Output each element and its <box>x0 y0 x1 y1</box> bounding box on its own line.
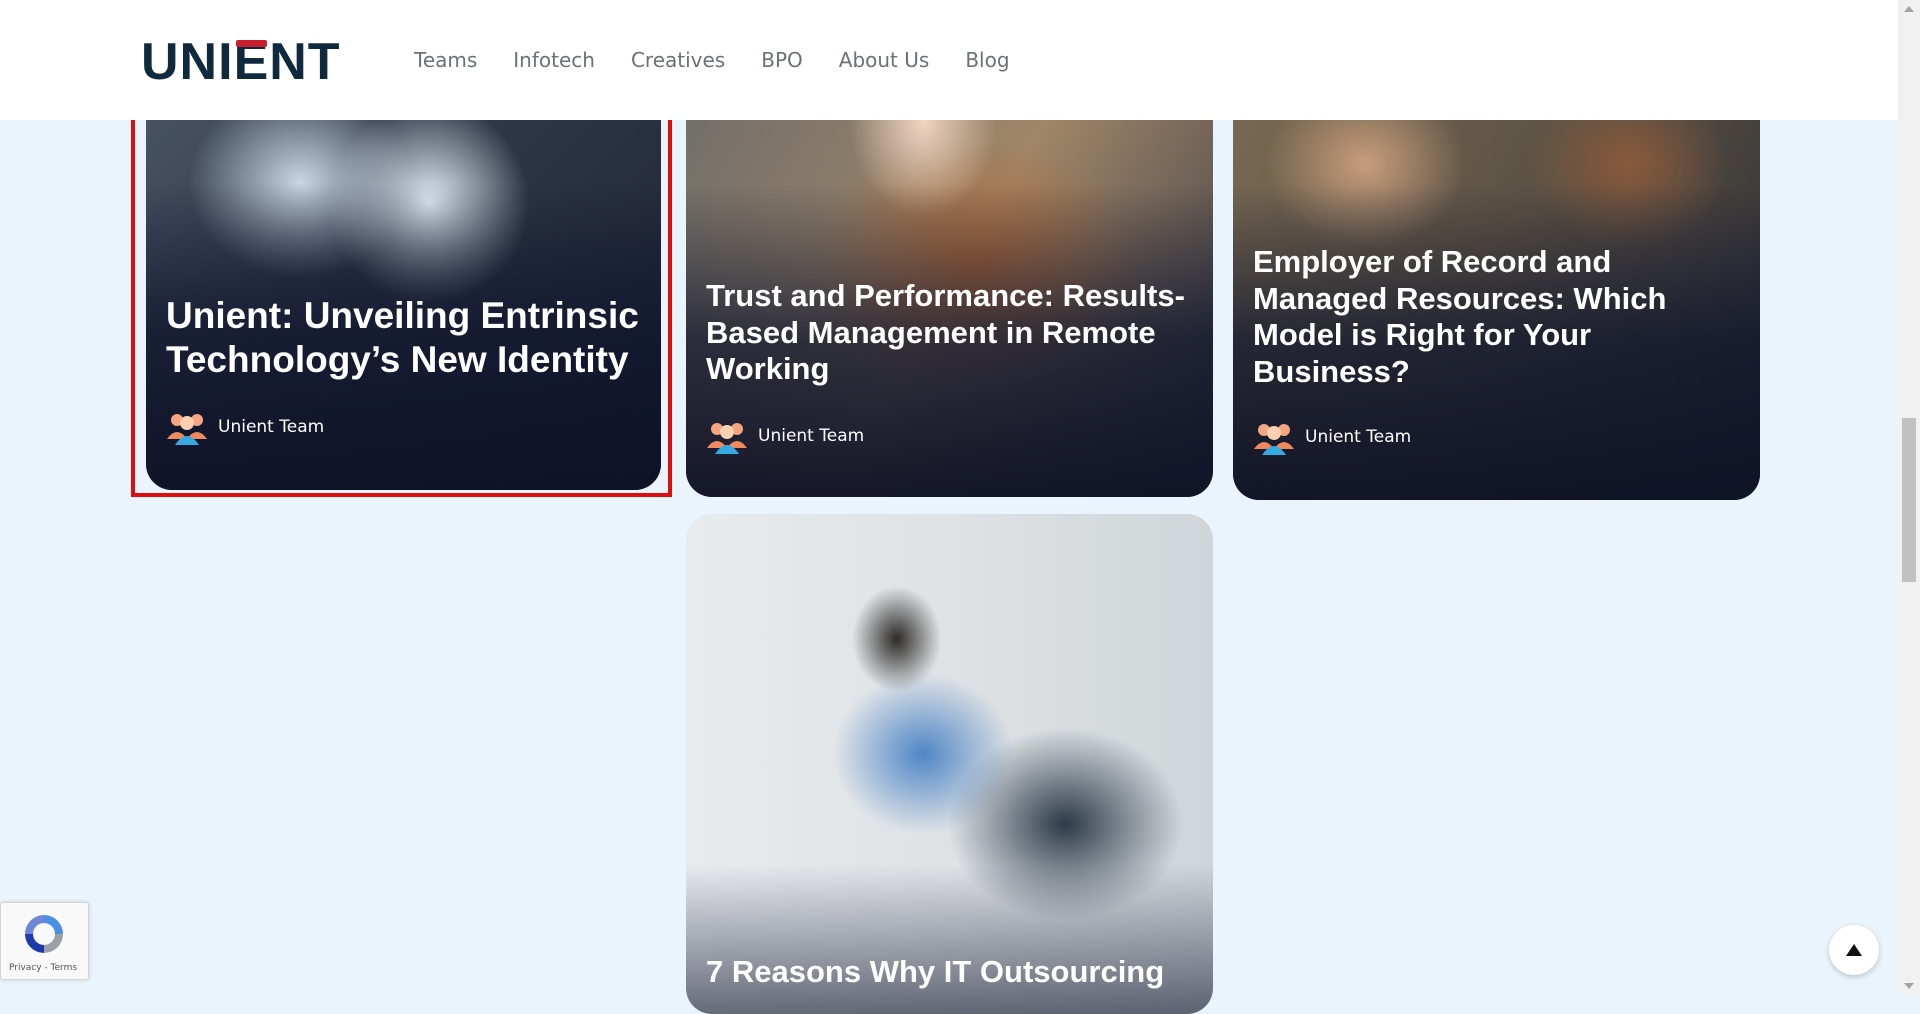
site-header: UNIENT Teams Infotech Creatives BPO Abou… <box>0 0 1898 120</box>
scroll-up-arrow[interactable] <box>1904 6 1914 12</box>
card-title[interactable]: Unient: Unveiling Entrinsic Technology’s… <box>166 294 646 381</box>
card-title[interactable]: Employer of Record and Managed Resources… <box>1253 244 1743 390</box>
author-name[interactable]: Unient Team <box>1305 427 1411 447</box>
recaptcha-badge[interactable]: Privacy - Terms <box>0 902 89 980</box>
nav-about-us[interactable]: About Us <box>839 48 930 72</box>
main-nav: Teams Infotech Creatives BPO About Us Bl… <box>414 48 1010 72</box>
team-avatar-icon <box>167 414 207 445</box>
back-to-top-button[interactable] <box>1829 925 1879 975</box>
card-author: Unient Team <box>706 418 864 454</box>
blog-card-unveiling[interactable]: Unient: Unveiling Entrinsic Technology’s… <box>146 80 661 490</box>
scroll-down-arrow[interactable] <box>1904 983 1914 989</box>
card-author: Unient Team <box>1253 419 1411 455</box>
team-avatar-icon <box>707 423 747 454</box>
nav-infotech[interactable]: Infotech <box>513 48 595 72</box>
blog-card-employer-of-record[interactable]: Employer of Record and Managed Resources… <box>1233 80 1760 500</box>
nav-teams[interactable]: Teams <box>414 48 477 72</box>
blog-card-it-outsourcing[interactable]: 7 Reasons Why IT Outsourcing <box>686 514 1213 1014</box>
card-title[interactable]: Trust and Performance: Results-Based Man… <box>706 278 1196 388</box>
arrow-up-icon <box>1846 944 1862 956</box>
card-title[interactable]: 7 Reasons Why IT Outsourcing <box>706 954 1196 991</box>
scrollbar-thumb[interactable] <box>1902 418 1916 582</box>
blog-card-trust-performance[interactable]: Trust and Performance: Results-Based Man… <box>686 80 1213 497</box>
author-name[interactable]: Unient Team <box>758 426 864 446</box>
card-author: Unient Team <box>166 409 324 445</box>
author-name[interactable]: Unient Team <box>218 417 324 437</box>
team-avatar-icon <box>1254 424 1294 455</box>
page-scrollbar[interactable] <box>1898 0 1920 995</box>
nav-creatives[interactable]: Creatives <box>631 48 725 72</box>
nav-blog[interactable]: Blog <box>965 48 1009 72</box>
recaptcha-terms[interactable]: Privacy - Terms <box>9 963 77 973</box>
nav-bpo[interactable]: BPO <box>761 48 803 72</box>
recaptcha-icon <box>25 915 63 953</box>
unient-logo[interactable]: UNIENT <box>141 36 341 88</box>
